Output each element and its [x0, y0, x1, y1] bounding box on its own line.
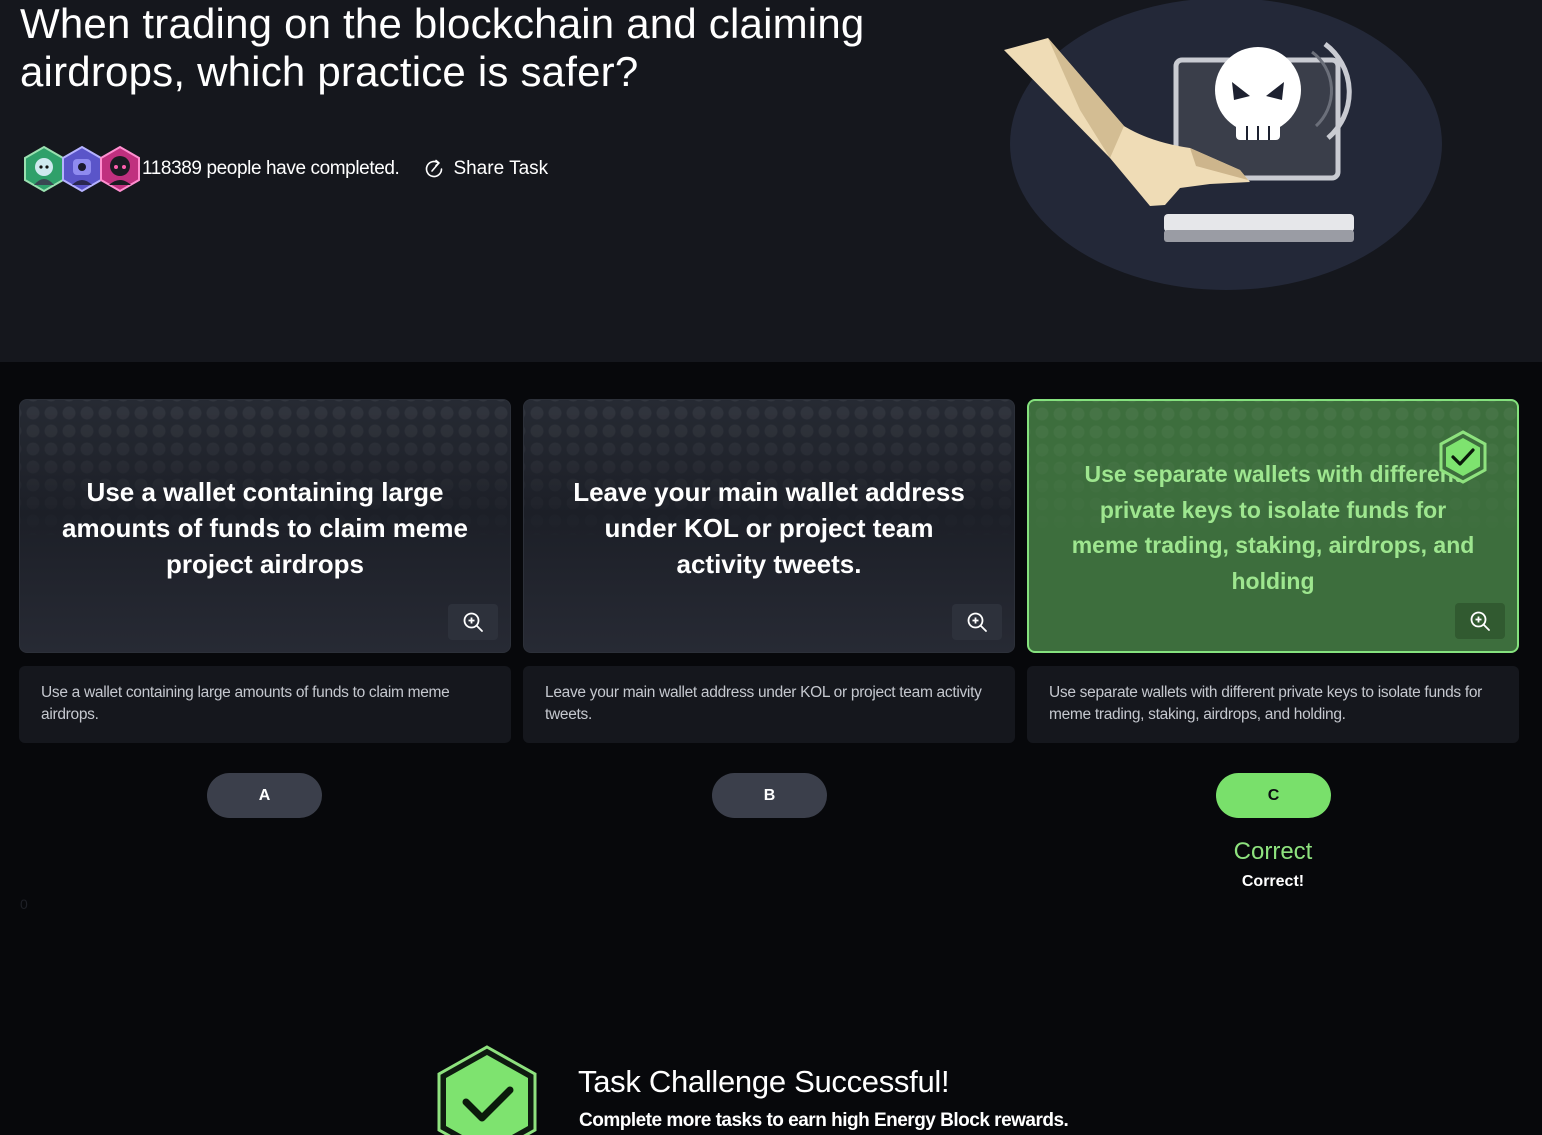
result-message: Correct!: [1241, 873, 1305, 890]
zoom-in-icon: [1470, 611, 1490, 631]
result-status: Correct: [1233, 838, 1313, 865]
completed-count-text: 118389 people have completed.: [142, 158, 400, 179]
option-card-b[interactable]: Leave your main wallet address under KOL…: [523, 399, 1015, 653]
question-title: When trading on the blockchain and claim…: [20, 0, 865, 95]
option-c-button[interactable]: C: [1216, 773, 1331, 818]
option-card-text: Leave your main wallet address under KOL…: [573, 477, 965, 579]
option-descriptions: Use a wallet containing large amounts of…: [19, 666, 1519, 743]
zoom-in-button[interactable]: [448, 604, 498, 640]
zoom-in-icon: [967, 612, 987, 632]
answer-cards: Use a wallet containing large amounts of…: [19, 399, 1519, 653]
stray-counter: 0: [20, 896, 28, 912]
option-description-c: Use separate wallets with different priv…: [1027, 666, 1519, 743]
option-a-button[interactable]: A: [207, 773, 322, 818]
success-title: Task Challenge Successful!: [578, 1064, 950, 1099]
zoom-in-button[interactable]: [952, 604, 1002, 640]
option-description-b: Leave your main wallet address under KOL…: [523, 666, 1015, 743]
avatar-stack: [22, 145, 140, 193]
share-task-label: Share Task: [453, 158, 549, 179]
success-subtitle: Complete more tasks to earn high Energy …: [579, 1110, 1069, 1131]
option-card-a[interactable]: Use a wallet containing large amounts of…: [19, 399, 511, 653]
completion-row: 118389 people have completed. Share Task: [22, 145, 548, 193]
share-task-button[interactable]: Share Task: [423, 158, 548, 180]
option-card-text: Use a wallet containing large amounts of…: [62, 477, 468, 579]
option-card-c[interactable]: Use separate wallets with different priv…: [1027, 399, 1519, 653]
avatar-pink: [100, 145, 140, 193]
zoom-in-button[interactable]: [1455, 603, 1505, 639]
correct-check-badge-icon: [1439, 430, 1487, 484]
option-description-a: Use a wallet containing large amounts of…: [19, 666, 511, 743]
success-check-icon: [437, 1045, 537, 1135]
option-card-text: Use separate wallets with different priv…: [1071, 461, 1475, 594]
option-b-button[interactable]: B: [712, 773, 827, 818]
hacker-laptop-illustration: [1004, 0, 1442, 290]
hero-section: When trading on the blockchain and claim…: [0, 0, 1542, 362]
zoom-in-icon: [463, 612, 483, 632]
share-icon: [426, 159, 443, 178]
